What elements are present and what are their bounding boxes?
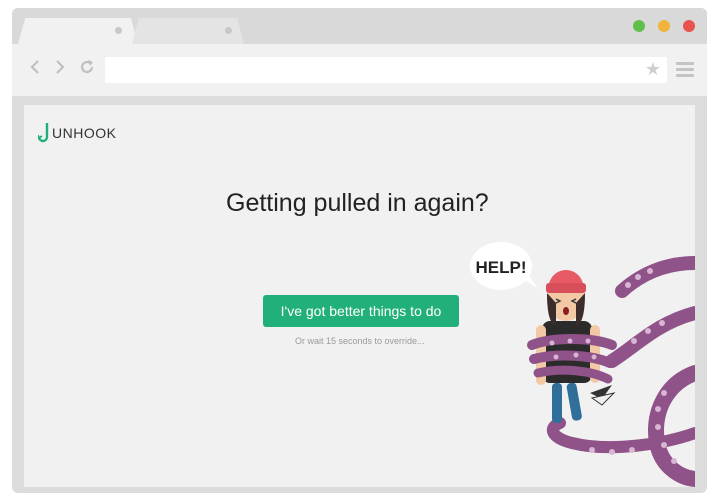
browser-window: ★ UNHOOK Getting pulled in again? I've g… <box>12 8 707 493</box>
octopus-girl-illustration: HELP! <box>470 242 695 487</box>
tab-favicon <box>225 27 232 34</box>
minimize-button[interactable] <box>633 20 645 32</box>
browser-tab-inactive[interactable] <box>132 18 244 44</box>
speech-bubble: HELP! <box>470 242 538 290</box>
close-button[interactable] <box>683 20 695 32</box>
page-content: UNHOOK Getting pulled in again? I've got… <box>24 105 695 487</box>
browser-tab-active[interactable] <box>18 18 138 44</box>
wait-override-text: Or wait 15 seconds to override... <box>295 336 425 346</box>
menu-icon[interactable] <box>676 62 694 80</box>
unhook-logo[interactable]: UNHOOK <box>38 121 116 145</box>
browser-toolbar: ★ <box>12 44 707 96</box>
maximize-button[interactable] <box>658 20 670 32</box>
hook-icon <box>38 123 49 143</box>
tab-bar <box>12 8 707 44</box>
speech-bubble-text: HELP! <box>476 258 527 277</box>
headline-text: Getting pulled in again? <box>226 189 489 217</box>
back-icon[interactable] <box>29 58 41 80</box>
better-things-button[interactable]: I've got better things to do <box>263 295 459 327</box>
tab-favicon <box>115 27 122 34</box>
logo-text: UNHOOK <box>52 125 117 141</box>
bookmark-star-icon[interactable]: ★ <box>645 59 661 80</box>
reload-icon[interactable] <box>78 58 96 81</box>
address-bar[interactable]: ★ <box>105 57 667 83</box>
forward-icon[interactable] <box>54 58 66 80</box>
